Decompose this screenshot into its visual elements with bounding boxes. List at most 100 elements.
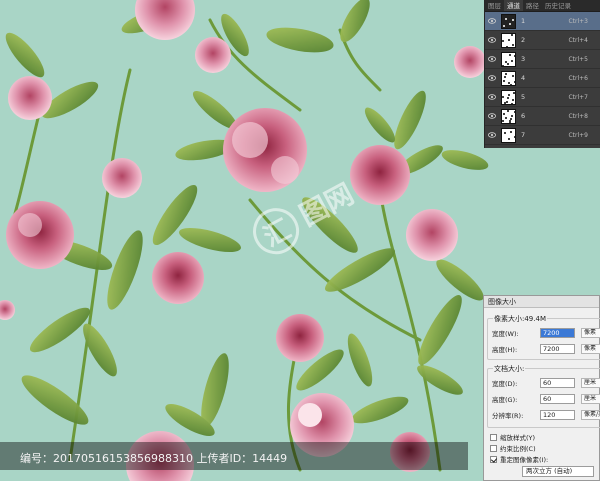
channel-row[interactable]: 2 Ctrl+4 [485,31,600,50]
pixel-height-row: 高度(H): 7200 像素 [492,343,600,355]
constrain-proportions-label: 约束比例(C) [500,445,536,453]
thumbnail-dot [508,38,510,41]
tab-layers[interactable]: 图层 [485,0,504,11]
thumbnail-dot [502,119,504,122]
channel-name: 7 [521,131,526,139]
channel-thumbnail [501,51,516,67]
channel-thumbnail [501,108,516,124]
channel-thumbnail [501,89,516,105]
channels-panel: 图层 通道 路径 历史记录 1 Ctrl+3 2 Ctrl+4 3 Ctrl+5 4 Ctrl… [484,0,600,148]
resample-image-box[interactable] [490,455,497,463]
thumbnail-dot [505,17,507,20]
channel-name: 3 [521,55,526,63]
thumbnail-dot [502,95,504,98]
visibility-eye-icon[interactable] [488,131,496,139]
thumbnail-dot [504,75,506,78]
channel-row[interactable]: 7 Ctrl+9 [485,126,600,145]
tab-history[interactable]: 历史记录 [542,0,574,11]
channel-row[interactable]: 3 Ctrl+5 [485,50,600,69]
thumbnail-dot [513,91,515,94]
visibility-eye-icon[interactable] [488,36,496,44]
channel-shortcut: Ctrl+8 [568,112,588,120]
pixel-dimensions-legend: 像素大小:49.4M [493,314,547,324]
channel-name: 4 [521,74,526,82]
tab-paths[interactable]: 路径 [523,0,542,11]
channel-row[interactable]: 1 Ctrl+3 [485,12,600,31]
image-size-dialog: 图像大小 像素大小:49.4M 宽度(W): 7200 像素 高度(H): 72… [483,295,600,481]
pixel-height-label: 高度(H): [492,346,518,354]
pixel-height-input[interactable]: 7200 [540,344,575,354]
thumbnail-dot [506,45,508,47]
channel-shortcut: Ctrl+5 [568,55,588,63]
resolution-unit-select[interactable]: 像素/英寸 [581,410,600,420]
pixel-width-unit-select[interactable]: 像素 [581,328,600,338]
thumbnail-dot [505,72,507,75]
doc-width-label: 宽度(D): [492,380,518,388]
dialog-title: 图像大小 [484,296,599,308]
thumbnail-dot [511,114,513,117]
pixel-height-unit-select[interactable]: 像素 [581,344,600,354]
visibility-eye-icon[interactable] [488,55,496,63]
document-size-group: 文档大小: 宽度(D): 60 厘米 高度(G): 60 厘米 分辨率(R): … [487,364,600,428]
doc-height-input[interactable]: 60 [540,394,575,404]
thumbnail-dot [509,119,511,122]
channel-thumbnail [501,32,516,48]
channel-name: 1 [521,17,526,25]
panel-tabs: 图层 通道 路径 历史记录 [485,0,600,12]
constrain-proportions-checkbox[interactable]: 约束比例(C) [490,443,536,453]
thumbnail-dot [512,43,514,46]
thumbnail-dot [510,130,512,133]
pixel-width-label: 宽度(W): [492,330,519,338]
resolution-row: 分辨率(R): 120 像素/英寸 [492,409,600,421]
scale-styles-label: 缩放样式(Y) [500,434,536,442]
thumbnail-dot [511,59,513,62]
channel-row[interactable]: 6 Ctrl+8 [485,107,600,126]
resample-image-label: 重定图像像素(I): [500,456,549,464]
thumbnail-dot [512,18,514,21]
pixel-width-input[interactable]: 7200 [540,328,575,338]
channel-name: 2 [521,36,526,44]
doc-width-unit-select[interactable]: 厘米 [581,378,600,388]
resolution-input[interactable]: 120 [540,410,575,420]
tab-channels[interactable]: 通道 [504,0,523,11]
visibility-eye-icon[interactable] [488,74,496,82]
thumbnail-dot [511,102,513,104]
constrain-proportions-box[interactable] [490,444,497,452]
thumbnail-dot [502,39,504,42]
channel-list: 1 Ctrl+3 2 Ctrl+4 3 Ctrl+5 4 Ctrl+6 5 Ctrl+7 6 Ctrl… [485,12,600,145]
thumbnail-dot [506,100,508,103]
thumbnail-dot [502,64,504,66]
channel-row[interactable]: 4 Ctrl+6 [485,69,600,88]
watermark-footer-text: 编号：20170516153856988310 上传者ID：14449 [20,452,288,465]
thumbnail-dot [514,135,515,138]
channel-thumbnail [501,70,516,86]
thumbnail-dot [505,116,507,119]
visibility-eye-icon[interactable] [488,93,496,101]
channel-thumbnail [501,13,516,29]
thumbnail-dot [512,74,514,77]
resample-method-select[interactable]: 两次立方 (自动) [522,466,594,477]
visibility-eye-icon[interactable] [488,17,496,25]
channel-shortcut: Ctrl+7 [568,93,588,101]
scale-styles-checkbox[interactable]: 缩放样式(Y) [490,432,535,442]
thumbnail-dot [509,121,511,123]
thumbnail-dot [511,33,513,36]
resolution-label: 分辨率(R): [492,412,524,420]
thumbnail-dot [504,131,506,134]
scale-styles-box[interactable] [490,433,497,441]
channel-row[interactable]: 5 Ctrl+7 [485,88,600,107]
thumbnail-dot [507,109,509,112]
thumbnail-dot [507,96,509,99]
thumbnail-dot [514,54,515,57]
visibility-eye-icon[interactable] [488,112,496,120]
thumbnail-dot [509,22,511,25]
thumbnail-dot [503,112,505,115]
doc-height-row: 高度(G): 60 厘米 [492,393,600,405]
thumbnail-dot [508,137,510,140]
resample-image-checkbox[interactable]: 重定图像像素(I): [490,454,548,464]
thumbnail-dot [503,79,505,82]
doc-height-unit-select[interactable]: 厘米 [581,394,600,404]
doc-width-input[interactable]: 60 [540,378,575,388]
thumbnail-dot [503,24,505,27]
thumbnail-dot [507,62,509,65]
